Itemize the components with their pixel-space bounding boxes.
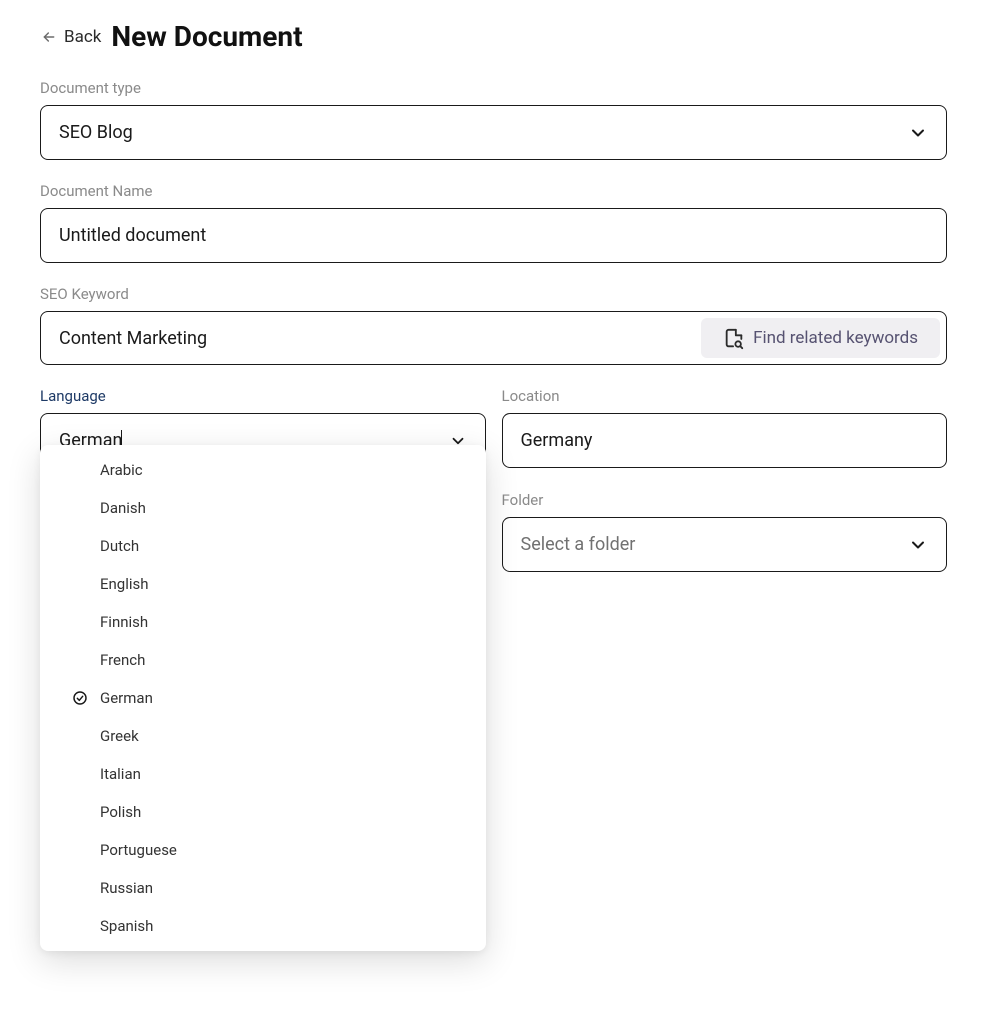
language-option[interactable]: Portuguese bbox=[40, 831, 486, 869]
page-title: New Document bbox=[111, 20, 302, 53]
document-type-field: Document type SEO Blog bbox=[40, 79, 947, 160]
location-label: Location bbox=[502, 387, 948, 405]
language-option[interactable]: Italian bbox=[40, 755, 486, 793]
language-option[interactable]: Dutch bbox=[40, 527, 486, 565]
language-option-label: Danish bbox=[100, 499, 146, 517]
language-option-label: Portuguese bbox=[100, 841, 177, 859]
location-input[interactable]: Germany bbox=[502, 413, 948, 468]
chevron-down-icon bbox=[908, 535, 928, 555]
back-label: Back bbox=[64, 27, 101, 47]
language-option-label: Italian bbox=[100, 765, 141, 783]
language-option[interactable]: Polish bbox=[40, 793, 486, 831]
language-option[interactable]: Danish bbox=[40, 489, 486, 527]
location-value: Germany bbox=[521, 430, 593, 451]
language-option[interactable]: Finnish bbox=[40, 603, 486, 641]
chevron-down-icon bbox=[908, 123, 928, 143]
language-option-label: French bbox=[100, 651, 145, 669]
arrow-left-icon bbox=[40, 28, 58, 46]
find-related-keywords-button[interactable]: Find related keywords bbox=[701, 318, 940, 358]
language-option[interactable]: Arabic bbox=[40, 451, 486, 489]
folder-select[interactable]: Select a folder bbox=[502, 517, 948, 572]
language-label: Language bbox=[40, 387, 486, 405]
seo-keyword-label: SEO Keyword bbox=[40, 285, 947, 303]
language-option-label: Polish bbox=[100, 803, 141, 821]
language-option-label: Russian bbox=[100, 879, 153, 897]
page-header: Back New Document bbox=[40, 20, 947, 53]
language-dropdown: Arabic Danish Dutch English Finnish French Ger… bbox=[40, 445, 486, 951]
document-name-value: Untitled document bbox=[59, 225, 206, 246]
location-column: Location Germany bbox=[502, 387, 948, 469]
back-button[interactable]: Back bbox=[40, 27, 101, 47]
language-option[interactable]: Greek bbox=[40, 717, 486, 755]
document-type-label: Document type bbox=[40, 79, 947, 97]
folder-placeholder: Select a folder bbox=[521, 534, 636, 555]
language-location-row: Language German ArabicDanishDutchEnglish… bbox=[40, 387, 947, 469]
folder-label: Folder bbox=[502, 491, 948, 509]
document-type-value: SEO Blog bbox=[59, 122, 133, 143]
document-name-input[interactable]: Untitled document bbox=[40, 208, 947, 263]
language-option-label: German bbox=[100, 689, 153, 707]
language-option[interactable]: English bbox=[40, 565, 486, 603]
language-option-label: Spanish bbox=[100, 917, 153, 935]
document-name-field: Document Name Untitled document bbox=[40, 182, 947, 263]
search-doc-icon bbox=[723, 328, 743, 348]
language-option-label: English bbox=[100, 575, 149, 593]
language-option-label: Arabic bbox=[100, 461, 143, 479]
language-option-label: Dutch bbox=[100, 537, 139, 555]
language-option[interactable]: Spanish bbox=[40, 907, 486, 945]
language-option[interactable]: Russian bbox=[40, 869, 486, 907]
language-option-label: Finnish bbox=[100, 613, 148, 631]
language-column: Language German ArabicDanishDutchEnglish… bbox=[40, 387, 486, 469]
document-name-label: Document Name bbox=[40, 182, 947, 200]
language-option[interactable]: French bbox=[40, 641, 486, 679]
check-icon bbox=[72, 690, 88, 706]
seo-keyword-value: Content Marketing bbox=[59, 328, 207, 349]
find-related-keywords-label: Find related keywords bbox=[753, 328, 918, 348]
seo-keyword-field: SEO Keyword Content Marketing Find relat… bbox=[40, 285, 947, 365]
language-option-label: Greek bbox=[100, 727, 139, 745]
seo-keyword-input[interactable]: Content Marketing bbox=[59, 328, 689, 349]
seo-keyword-row: Content Marketing Find related keywords bbox=[40, 311, 947, 365]
language-option[interactable]: German bbox=[40, 679, 486, 717]
document-type-select[interactable]: SEO Blog bbox=[40, 105, 947, 160]
folder-column: Folder Select a folder bbox=[502, 491, 948, 572]
